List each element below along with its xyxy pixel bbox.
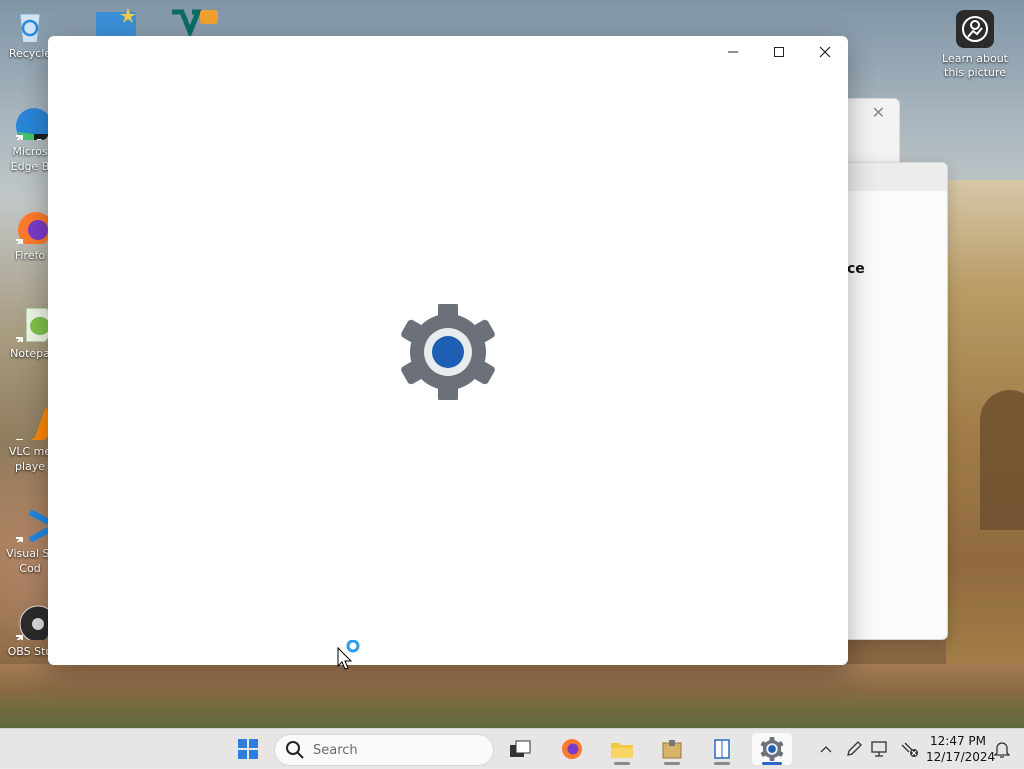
clock-date: 12/17/2024: [926, 750, 996, 764]
taskbar-app-reader[interactable]: [702, 733, 742, 765]
notepad-plus-plus-icon: [13, 307, 53, 347]
notifications-button[interactable]: [990, 737, 1014, 761]
maximize-button[interactable]: [756, 36, 802, 68]
svg-text:BE: BE: [36, 138, 48, 140]
search-input[interactable]: [311, 741, 475, 759]
running-indicator: [664, 762, 680, 765]
clock-time: 12:47 PM: [930, 734, 986, 748]
start-button[interactable]: [228, 733, 268, 765]
chevron-up-icon: [820, 746, 832, 753]
network-off-icon: [901, 742, 918, 757]
background-window-text: ce: [847, 261, 865, 277]
close-icon: [819, 46, 831, 58]
minimize-icon: [728, 51, 738, 53]
close-icon[interactable]: ✕: [872, 103, 885, 122]
vlc-icon: [13, 406, 60, 449]
pen-icon: [847, 741, 862, 756]
book-icon: [714, 739, 730, 759]
monitor-icon: [871, 741, 887, 757]
active-indicator: [762, 762, 782, 765]
running-indicator: [614, 762, 630, 765]
taskbar-app-settings[interactable]: [752, 733, 792, 765]
tray-overflow-button[interactable]: [814, 737, 838, 761]
wallpaper-ground: [0, 664, 1024, 728]
settings-gear-icon: [401, 304, 495, 400]
desktop-icon-app-top[interactable]: [170, 4, 220, 39]
tray-display-button[interactable]: [868, 737, 892, 761]
firefox-icon: [562, 739, 582, 759]
obs-icon: [13, 605, 57, 645]
taskbar-clock[interactable]: 12:47 PM 12/17/2024: [926, 733, 996, 765]
archive-icon: [662, 740, 682, 759]
recycle-bin-icon: [19, 13, 41, 45]
close-button[interactable]: [802, 36, 848, 68]
edge-beta-icon: BE: [13, 108, 52, 149]
tray-network-button[interactable]: [898, 737, 922, 761]
learn-about-label: Learn about this picture: [942, 52, 1008, 79]
folder-icon: [96, 8, 136, 36]
taskbar: 12:47 PM 12/17/2024: [0, 728, 1024, 769]
taskbar-app-file-explorer[interactable]: [602, 733, 642, 765]
maximize-icon: [774, 47, 784, 57]
task-view-icon: [510, 740, 531, 757]
windows-start-icon: [238, 739, 258, 759]
app-shortcut-icon: [172, 9, 218, 39]
taskbar-app-archive[interactable]: [652, 733, 692, 765]
running-indicator: [714, 762, 730, 765]
minimize-button[interactable]: [710, 36, 756, 68]
desktop-icon-folder-top[interactable]: [94, 4, 140, 36]
wallpaper-arch: [980, 390, 1024, 530]
busy-cursor-icon: [337, 640, 360, 670]
search-icon: [286, 741, 304, 759]
taskbar-app-firefox[interactable]: [552, 733, 592, 765]
settings-gear-icon: [760, 737, 784, 761]
folder-icon: [611, 743, 633, 758]
tray-pen-button[interactable]: [842, 737, 866, 761]
camera-icon: [956, 10, 994, 48]
bell-icon: [994, 742, 1010, 758]
learn-about-picture[interactable]: Learn about this picture: [938, 10, 1012, 80]
taskbar-app-task-view[interactable]: [500, 733, 540, 765]
firefox-icon: [13, 212, 54, 249]
vscode-icon: [13, 509, 63, 547]
settings-window[interactable]: [48, 36, 848, 670]
taskbar-search[interactable]: [274, 734, 494, 766]
